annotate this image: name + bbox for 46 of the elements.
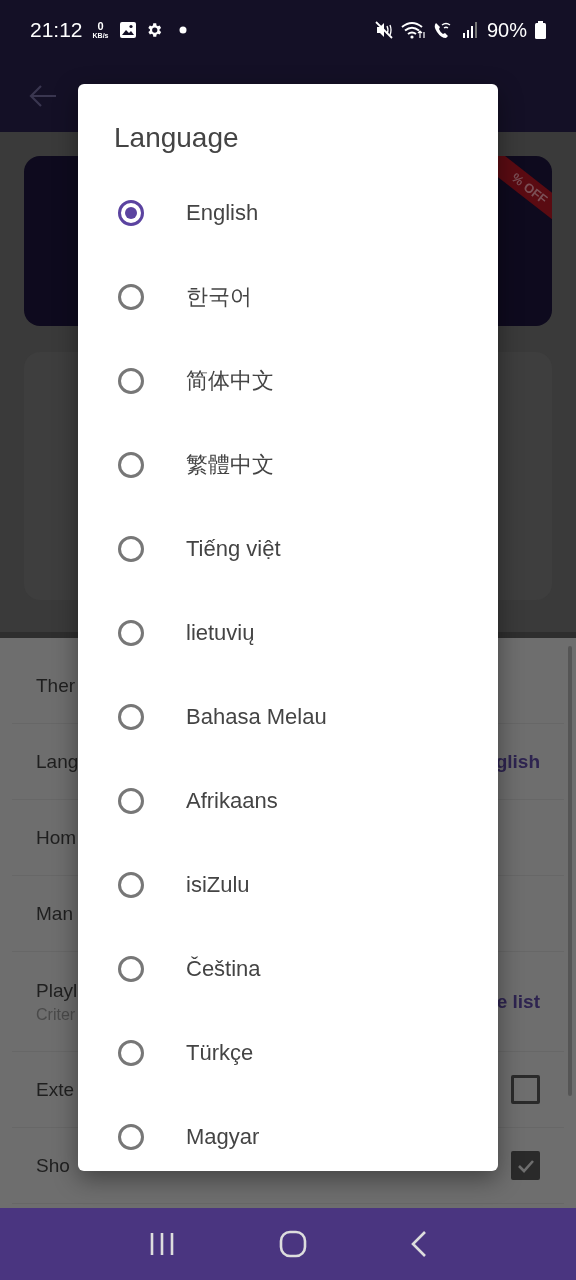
setting-label: Playl — [36, 979, 78, 1002]
setting-label: Ther — [36, 674, 76, 697]
language-option[interactable]: 繁體中文 — [78, 423, 498, 507]
radio-button[interactable] — [118, 1040, 144, 1066]
radio-button[interactable] — [118, 200, 144, 226]
checkbox[interactable] — [511, 1075, 540, 1104]
radio-button[interactable] — [118, 1124, 144, 1150]
language-option[interactable]: isiZulu — [78, 843, 498, 927]
radio-button[interactable] — [118, 620, 144, 646]
setting-label: Hom — [36, 826, 77, 849]
radio-button[interactable] — [118, 368, 144, 394]
setting-label: Lang — [36, 750, 79, 773]
radio-button[interactable] — [118, 704, 144, 730]
battery-icon — [535, 21, 546, 39]
language-option[interactable]: lietuvių — [78, 591, 498, 675]
notification-dot-icon — [178, 26, 187, 34]
radio-button[interactable] — [118, 788, 144, 814]
wifi-calling-icon — [432, 21, 453, 39]
home-icon[interactable] — [279, 1230, 307, 1258]
language-option[interactable]: 한국어 — [78, 255, 498, 339]
language-option[interactable]: English — [78, 171, 498, 255]
setting-label: Sho — [36, 1154, 70, 1177]
language-option[interactable]: Magyar — [78, 1095, 498, 1171]
image-icon — [118, 21, 137, 39]
radio-button[interactable] — [118, 956, 144, 982]
back-icon[interactable] — [410, 1230, 429, 1258]
setting-label: Man — [36, 902, 73, 925]
status-time: 21:12 — [30, 18, 83, 42]
language-option[interactable]: Bahasa Melau — [78, 675, 498, 759]
radio-button[interactable] — [118, 536, 144, 562]
language-option[interactable]: 简体中文 — [78, 339, 498, 423]
language-option[interactable]: Afrikaans — [78, 759, 498, 843]
language-option[interactable]: Tiếng việt — [78, 507, 498, 591]
radio-button[interactable] — [118, 284, 144, 310]
battery-percent: 90% — [486, 18, 527, 42]
language-option[interactable]: Čeština — [78, 927, 498, 1011]
wifi-icon — [400, 21, 425, 39]
checkbox[interactable] — [511, 1151, 540, 1180]
mute-icon — [374, 21, 393, 39]
radio-button[interactable] — [118, 872, 144, 898]
net-speed-value: 0 — [97, 21, 104, 32]
language-option[interactable]: Türkçe — [78, 1011, 498, 1095]
dialog-title: Language — [113, 121, 240, 155]
radio-button[interactable] — [118, 452, 144, 478]
setting-label: Exte — [36, 1078, 75, 1101]
signal-icon — [460, 21, 479, 39]
